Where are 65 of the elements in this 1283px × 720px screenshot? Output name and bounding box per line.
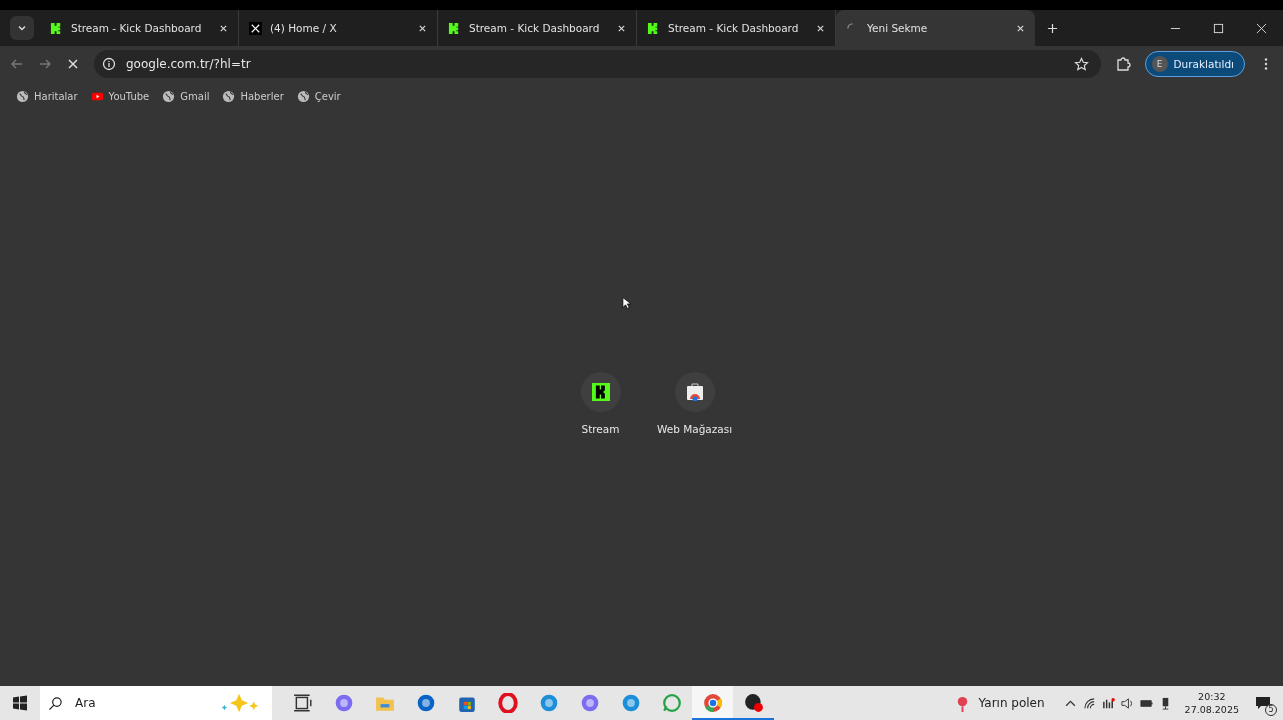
info-icon [102,57,116,71]
app-logo-icon [415,693,436,713]
avatar-initial: E [1151,56,1168,72]
close-icon[interactable] [617,23,626,33]
globe-icon [222,89,236,103]
shortcut-tile[interactable]: Stream [557,372,644,435]
close-icon[interactable] [816,23,825,33]
chart-bars-icon[interactable] [1101,696,1115,710]
store-bag-icon [685,383,704,401]
globe-icon [162,89,176,103]
windows-logo-icon[interactable] [12,695,28,711]
close-icon[interactable] [418,23,427,33]
x-logo-icon [249,21,262,35]
app-logo-icon [538,693,559,713]
mouse-cursor-icon [622,296,631,310]
search-icon [48,695,63,711]
k-logo-icon [647,21,660,35]
wifi-icon[interactable] [1082,696,1096,710]
tab-title: (4) Home / X [270,22,338,34]
app-logo-icon [333,693,354,713]
tab-title: Stream - Kick Dashboard [71,22,203,34]
tab-title: Yeni Sekme [867,22,929,34]
task-view-icon [292,693,313,713]
address-bar[interactable]: google.com.tr/?hl=tr [94,50,1101,78]
forward-icon[interactable] [38,57,52,71]
puzzle-piece-icon[interactable] [1114,56,1131,72]
close-icon[interactable] [1256,22,1267,34]
chat-bubble-icon [661,693,682,713]
tab-search-button[interactable] [10,16,34,40]
star-icon[interactable] [1073,56,1089,72]
app-logo-icon [579,693,600,713]
notification-center-button[interactable]: 5 [1251,691,1275,715]
o-logo-icon [497,693,518,713]
bookmark-item[interactable]: Çevir [296,89,341,103]
close-icon[interactable] [219,23,228,33]
tab-title: Stream - Kick Dashboard [469,22,601,34]
clock[interactable]: 20:32 27.08.2025 [1184,690,1239,716]
globe-icon [296,89,310,103]
tab-title: Stream - Kick Dashboard [668,22,800,34]
bookmark-item[interactable]: Haritalar [16,89,78,103]
speaker-icon[interactable] [1120,696,1134,710]
weather-widget[interactable]: Yarın polen [953,694,1045,712]
close-icon[interactable] [1016,23,1025,33]
k-logo-icon [591,383,610,401]
shortcut-tile[interactable]: Web Mağazası [651,372,738,435]
notification-count: 5 [1265,704,1277,716]
stop-loading-icon[interactable] [66,57,80,71]
k-logo-icon [448,21,461,35]
taskbar-search-field[interactable]: Ara [40,686,272,720]
back-icon[interactable] [10,57,24,71]
profile-button[interactable]: E Duraklatıldı [1144,51,1245,77]
browser-tab[interactable]: Yeni Sekme [836,10,1035,46]
bookmark-item[interactable]: Gmail [162,89,210,103]
url-text: google.com.tr/?hl=tr [126,57,251,71]
globe-icon [16,89,29,103]
chrome-logo-icon [702,693,723,713]
chevron-down-icon [17,23,27,33]
bookmark-item[interactable]: YouTube [90,89,150,103]
message-icon [1255,695,1271,711]
new-tab-icon[interactable] [1047,22,1058,34]
maximize-icon[interactable] [1213,22,1224,34]
app-logo-icon [620,693,641,713]
record-icon [743,693,764,713]
bookmark-item[interactable]: Haberler [222,89,284,103]
k-logo-icon [50,21,63,35]
